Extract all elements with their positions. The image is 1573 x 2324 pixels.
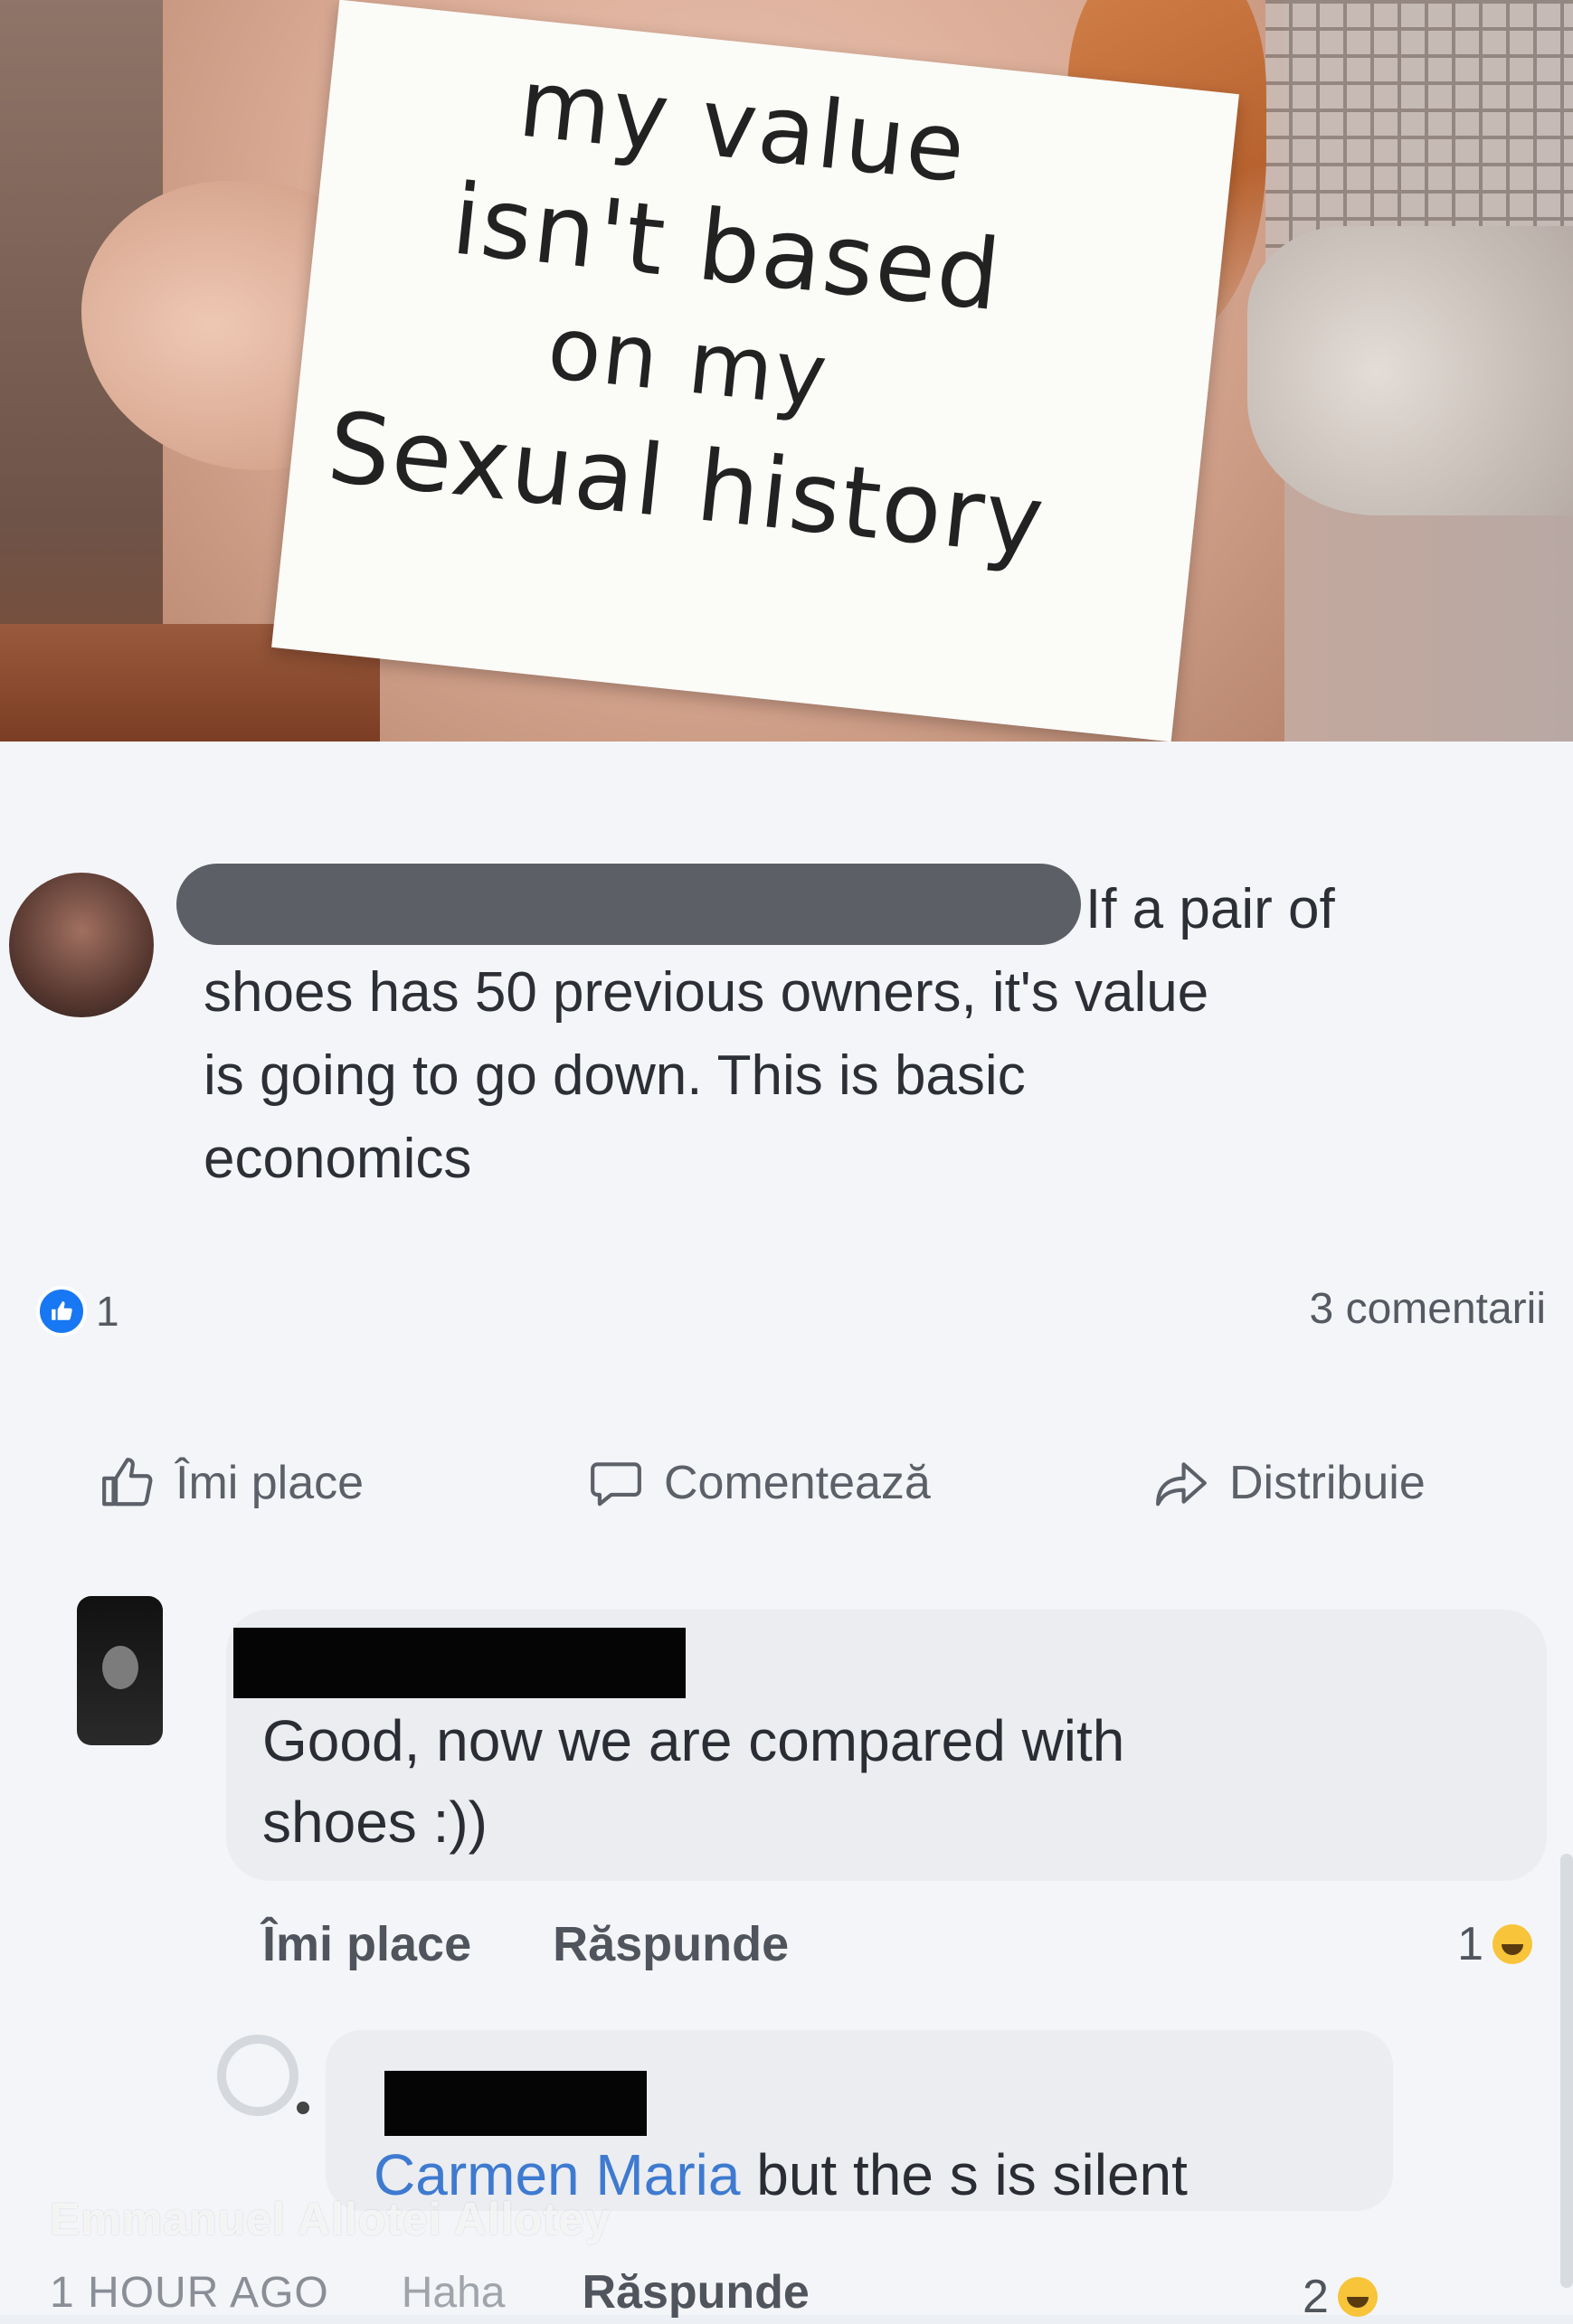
like-button-label: Îmi place bbox=[175, 1457, 365, 1509]
post-reactions[interactable]: 1 bbox=[36, 1284, 119, 1338]
scrollbar[interactable] bbox=[1560, 1854, 1573, 2288]
sign-line-1: my value bbox=[514, 47, 972, 204]
share-button[interactable]: Distribuie bbox=[1153, 1455, 1426, 1511]
comment-like-link[interactable]: Îmi place bbox=[262, 1916, 471, 1972]
photo-pillow bbox=[1247, 226, 1573, 515]
watermark: Emmanuel Allotei Allotey bbox=[50, 2194, 611, 2244]
reply-reactions[interactable]: 2 bbox=[1303, 2270, 1378, 2324]
comment-button[interactable]: Comentează bbox=[588, 1455, 931, 1511]
reply-reaction-count: 2 bbox=[1303, 2271, 1329, 2323]
reply-reply-link[interactable]: Răspunde bbox=[582, 2265, 809, 2319]
share-arrow-icon bbox=[1156, 1462, 1207, 1507]
share-button-label: Distribuie bbox=[1229, 1457, 1426, 1509]
haha-emoji-icon bbox=[1492, 1924, 1532, 1964]
replier-name-redacted bbox=[384, 2071, 647, 2136]
reactions-count: 1 bbox=[96, 1288, 119, 1335]
sign-line-4: Sexual history bbox=[323, 391, 1051, 579]
haha-emoji-icon bbox=[1337, 2277, 1378, 2317]
post-actions-bar: Îmi place Comentează Distribuie bbox=[0, 1433, 1573, 1533]
commenter-avatar[interactable] bbox=[77, 1596, 163, 1745]
comment-text: Good, now we are compared with shoes :)) bbox=[262, 1708, 1125, 1855]
comment-reply-link[interactable]: Răspunde bbox=[553, 1916, 789, 1972]
post-text: If a pair of shoes has 50 previous owners… bbox=[204, 878, 1335, 1190]
author-avatar[interactable] bbox=[9, 873, 154, 1017]
comment-reactions[interactable]: 1 bbox=[1457, 1917, 1532, 1971]
like-reaction-icon bbox=[36, 1286, 87, 1337]
comment-bubble-icon bbox=[591, 1462, 641, 1507]
replier-avatar[interactable] bbox=[217, 2035, 309, 2116]
handwritten-sign: my value isn't based on my Sexual histor… bbox=[271, 0, 1239, 742]
post-photo[interactable]: my value isn't based on my Sexual histor… bbox=[0, 0, 1573, 742]
comment-reaction-count: 1 bbox=[1457, 1918, 1483, 1970]
like-button[interactable]: Îmi place bbox=[99, 1455, 364, 1511]
comment-actions: Îmi place Răspunde bbox=[262, 1908, 789, 1980]
sign-line-3: on my bbox=[543, 297, 834, 428]
commenter-name-redacted bbox=[233, 1628, 686, 1698]
thumbs-up-icon bbox=[102, 1458, 153, 1507]
reply-haha-link[interactable]: Haha bbox=[402, 2268, 506, 2318]
reply-timestamp: 1 HOUR AGO bbox=[50, 2268, 329, 2317]
comment-button-label: Comentează bbox=[664, 1457, 931, 1509]
comments-count-link[interactable]: 3 comentarii bbox=[1310, 1284, 1546, 1334]
